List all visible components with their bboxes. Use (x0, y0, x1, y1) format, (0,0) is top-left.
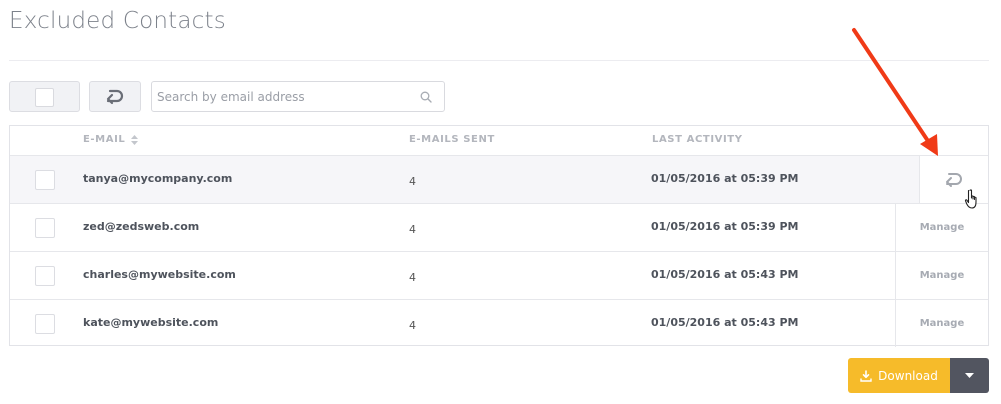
row-last-activity: 01/05/2016 at 05:39 PM (651, 220, 799, 233)
row-checkbox[interactable] (35, 170, 55, 190)
row-emails-sent: 4 (409, 319, 416, 332)
column-header-emails-sent: E-MAILS SENT (409, 134, 495, 145)
row-email: charles@mywebsite.com (83, 268, 236, 281)
sort-icon[interactable] (131, 134, 139, 145)
row-email: zed@zedsweb.com (83, 220, 200, 233)
search-input[interactable] (152, 82, 412, 111)
row-last-activity: 01/05/2016 at 05:39 PM (651, 172, 799, 185)
column-header-email[interactable]: E-MAIL (83, 134, 139, 145)
select-all-checkbox[interactable] (9, 81, 80, 112)
row-emails-sent: 4 (409, 271, 416, 284)
column-header-email-label: E-MAIL (83, 134, 126, 145)
search-icon[interactable] (420, 91, 432, 103)
manage-button[interactable]: Manage (895, 252, 988, 299)
row-emails-sent: 4 (409, 175, 416, 188)
annotation-arrow (852, 28, 938, 156)
row-checkbox[interactable] (35, 266, 55, 286)
row-email: kate@mywebsite.com (83, 316, 219, 329)
row-checkbox[interactable] (35, 218, 55, 238)
row-last-activity: 01/05/2016 at 05:43 PM (651, 268, 799, 281)
row-email: tanya@mycompany.com (83, 172, 233, 185)
column-header-last-activity: LAST ACTIVITY (652, 134, 743, 145)
download-label: Download (878, 368, 938, 383)
download-icon (860, 369, 872, 382)
undo-icon (106, 89, 124, 104)
bulk-restore-button[interactable] (89, 81, 141, 112)
table-row[interactable]: charles@mywebsite.com 4 01/05/2016 at 05… (10, 251, 988, 299)
row-checkbox[interactable] (35, 314, 55, 334)
table-row[interactable]: zed@zedsweb.com 4 01/05/2016 at 05:39 PM… (10, 203, 988, 251)
search-box[interactable] (151, 81, 445, 112)
download-button[interactable]: Download (848, 358, 950, 393)
table-row[interactable]: kate@mywebsite.com 4 01/05/2016 at 05:43… (10, 299, 988, 347)
manage-button[interactable]: Manage (895, 204, 988, 251)
download-options-toggle[interactable] (950, 358, 989, 393)
row-emails-sent: 4 (409, 223, 416, 236)
checkbox-box[interactable] (35, 88, 54, 107)
undo-icon (946, 172, 962, 187)
hand-cursor-icon (964, 189, 977, 209)
caret-down-icon (965, 373, 974, 378)
page-title: Excluded Contacts (9, 8, 226, 34)
manage-button[interactable]: Manage (895, 300, 988, 347)
row-last-activity: 01/05/2016 at 05:43 PM (651, 316, 799, 329)
